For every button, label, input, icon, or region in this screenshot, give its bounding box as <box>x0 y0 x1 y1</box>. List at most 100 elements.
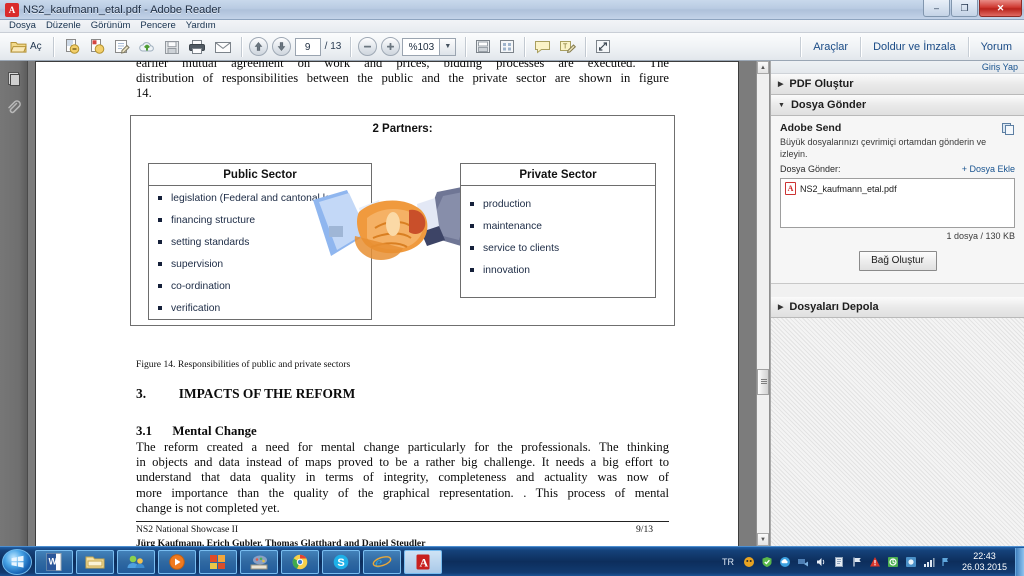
scroll-down-button[interactable]: ▼ <box>757 533 769 546</box>
close-button[interactable]: ✕ <box>979 0 1022 17</box>
attachments-icon[interactable] <box>4 97 24 117</box>
document-viewport[interactable]: earlier mutual agreement on work and pri… <box>28 61 756 546</box>
tools-link[interactable]: Araçlar <box>801 34 860 60</box>
page-snapshot-button[interactable] <box>496 36 518 58</box>
comment-link[interactable]: Yorum <box>969 34 1024 60</box>
heading-impacts-number: 3. <box>136 386 147 401</box>
taskbar-item-internet-explorer[interactable]: e <box>363 549 401 574</box>
fill-and-sign-link[interactable]: Doldur ve İmzala <box>861 34 968 60</box>
sticky-note-button[interactable] <box>531 36 554 58</box>
antivirus-icon[interactable] <box>742 555 756 569</box>
menu-dosya[interactable]: Dosya <box>4 20 41 32</box>
sign-in-link[interactable]: Giriş Yap <box>771 61 1024 74</box>
section-create-pdf[interactable]: ▶ PDF Oluştur <box>771 74 1024 95</box>
previous-page-button[interactable] <box>248 37 268 56</box>
section-store-files[interactable]: ▶ Dosyaları Depola <box>771 297 1024 318</box>
toolbar-separator <box>52 36 54 57</box>
shield-green-icon[interactable] <box>760 555 774 569</box>
zoom-in-button[interactable] <box>381 37 401 56</box>
window-title: NS2_kaufmann_etal.pdf - Adobe Reader <box>23 3 222 16</box>
show-desktop-button[interactable] <box>1015 547 1024 576</box>
taskbar-item-file-explorer[interactable] <box>76 549 114 574</box>
intro-paragraph: earlier mutual agreement on work and pri… <box>136 61 669 102</box>
save-button[interactable] <box>161 36 183 58</box>
flag-icon[interactable] <box>850 555 864 569</box>
adobe-send-description: Büyük dosyalarınızı çevrimiçi ortamdan g… <box>780 137 987 159</box>
media-player-icon <box>169 553 185 570</box>
navigation-rail <box>0 61 28 546</box>
page-thumbnails-icon[interactable] <box>4 69 24 89</box>
volume-icon[interactable] <box>814 555 828 569</box>
taskbar-item-media-player[interactable] <box>158 549 196 574</box>
body-line-2: in objects and data instead of maps prov… <box>136 455 669 470</box>
zoom-dropdown-icon[interactable]: ▼ <box>440 37 457 56</box>
zoom-out-button[interactable] <box>358 37 378 56</box>
fullscreen-button[interactable] <box>592 36 614 58</box>
taskbar-item-word[interactable]: W <box>35 549 73 574</box>
settings-icon[interactable] <box>904 555 918 569</box>
upload-cloud-button[interactable] <box>135 36 159 58</box>
device-icon[interactable] <box>832 555 846 569</box>
taskbar-item-adobe-reader[interactable]: A <box>404 549 442 574</box>
sync-icon[interactable] <box>796 555 810 569</box>
scroll-up-button[interactable]: ▲ <box>757 61 769 74</box>
chrome-icon <box>292 554 308 569</box>
taskbar-item-paint[interactable] <box>240 549 278 574</box>
taskbar-clock[interactable]: 22:43 26.03.2015 <box>962 551 1007 573</box>
menu-pencere[interactable]: Pencere <box>135 20 180 32</box>
print-button[interactable] <box>185 36 209 58</box>
taskbar-item-powerpoint[interactable] <box>199 549 237 574</box>
cloud-icon[interactable] <box>778 555 792 569</box>
body-paragraph: The reform created a need for mental cha… <box>136 440 669 516</box>
email-button[interactable] <box>211 36 235 58</box>
taskbar-item-chrome[interactable] <box>281 549 319 574</box>
windows-start-orb[interactable] <box>2 548 32 575</box>
heading-impacts: 3. IMPACTS OF THE REFORM <box>136 386 669 401</box>
export-pdf-button[interactable] <box>85 36 108 58</box>
create-pdf-button[interactable] <box>60 36 83 58</box>
list-item: maintenance <box>470 220 649 233</box>
language-indicator[interactable]: TR <box>722 557 734 567</box>
menu-gorunum[interactable]: Görünüm <box>86 20 136 32</box>
network-signal-icon[interactable] <box>922 555 936 569</box>
edit-pdf-button[interactable] <box>110 36 133 58</box>
list-item: co-ordination <box>158 280 365 293</box>
list-item[interactable]: A NS2_kaufmann_etal.pdf <box>785 182 1010 195</box>
scrollbar-thumb[interactable] <box>757 369 769 395</box>
section-send-files[interactable]: ▼ Dosya Gönder <box>771 95 1024 116</box>
add-file-link[interactable]: + Dosya Ekle <box>962 164 1015 174</box>
intro-line-2: distribution of responsibilities between… <box>136 71 669 86</box>
zoom-level-input[interactable]: %103 <box>402 37 441 56</box>
figure-caption: Figure 14. Responsibilities of public an… <box>136 359 351 370</box>
highlight-text-button[interactable]: T <box>556 36 579 58</box>
warning-icon[interactable] <box>868 555 882 569</box>
file-list[interactable]: A NS2_kaufmann_etal.pdf <box>780 178 1015 228</box>
minimize-button[interactable]: – <box>923 0 950 17</box>
clock-time: 22:43 <box>973 550 996 561</box>
page-fit-button[interactable] <box>472 36 494 58</box>
page-snapshot-icon <box>500 40 515 53</box>
update-icon[interactable] <box>886 555 900 569</box>
adobe-reader-icon: A <box>416 554 430 569</box>
heading-mental-change-text: Mental Change <box>172 424 257 438</box>
footer-divider <box>136 521 669 522</box>
create-link-button[interactable]: Bağ Oluştur <box>858 251 937 271</box>
menu-yardim[interactable]: Yardım <box>181 20 221 32</box>
next-page-button[interactable] <box>271 37 291 56</box>
pdf-file-icon: A <box>785 182 796 195</box>
menu-duzenle[interactable]: Düzenle <box>41 20 86 32</box>
taskbar-item-skype[interactable]: S <box>322 549 360 574</box>
maximize-button[interactable]: ❐ <box>951 0 978 17</box>
taskbar-item-messenger[interactable] <box>117 549 155 574</box>
document-scrollbar[interactable]: ▲ ▼ <box>756 61 770 546</box>
file-name: NS2_kaufmann_etal.pdf <box>800 183 897 194</box>
copy-icon[interactable] <box>1001 122 1015 136</box>
previous-page-icon <box>254 42 262 51</box>
skype-icon: S <box>333 554 349 569</box>
paint-icon <box>250 555 268 569</box>
notification-icon[interactable] <box>940 555 954 569</box>
powerpoint-icon <box>210 554 225 569</box>
open-file-button[interactable]: Aç <box>5 36 47 58</box>
private-sector-box: Private Sector production maintenance se… <box>460 163 656 298</box>
page-number-input[interactable]: 9 <box>294 37 321 56</box>
